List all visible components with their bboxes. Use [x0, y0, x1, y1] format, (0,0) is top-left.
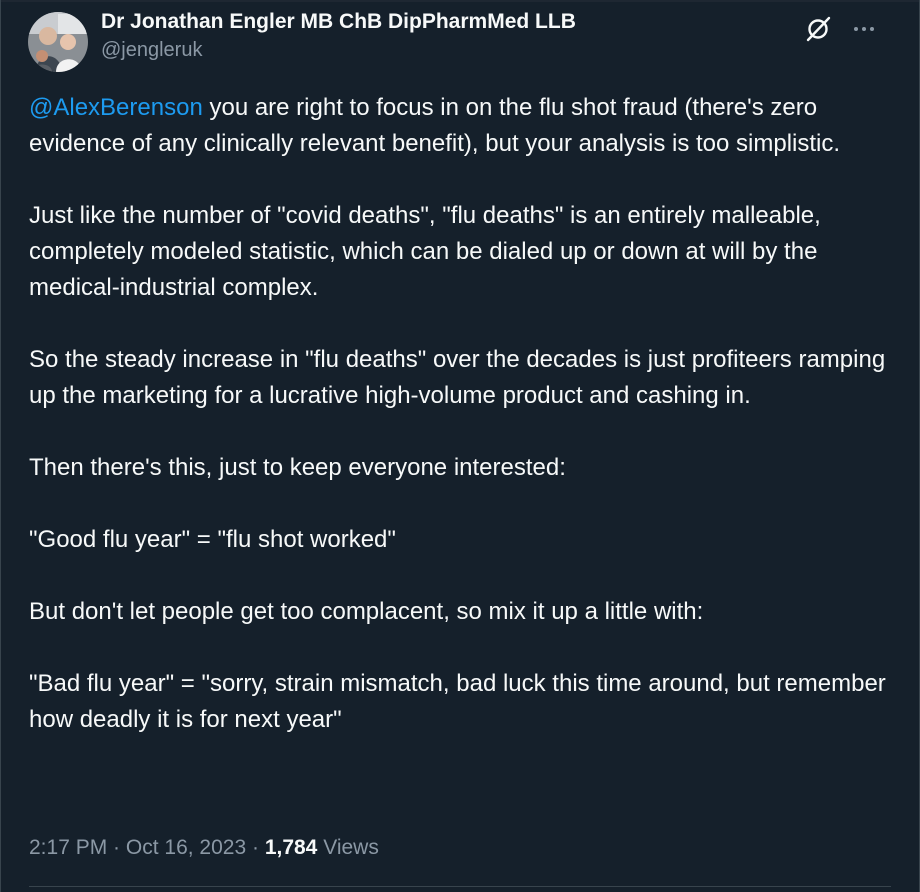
mention-link[interactable]: @AlexBerenson: [29, 94, 203, 121]
bottom-divider: [29, 886, 891, 887]
tweet-paragraph: Just like the number of "covid deaths", …: [29, 202, 821, 301]
tweet-meta: 2:17 PM · Oct 16, 2023 · 1,784 Views: [29, 833, 379, 863]
tweet-date[interactable]: Oct 16, 2023: [126, 836, 246, 859]
tweet-paragraph: But don't let people get too complacent,…: [29, 598, 704, 625]
tweet-paragraph: Then there's this, just to keep everyone…: [29, 454, 566, 481]
author-info: Dr Jonathan Engler MB ChB DipPharmMed LL…: [101, 8, 576, 64]
tweet-paragraph: "Bad flu year" = "sorry, strain mismatch…: [29, 670, 886, 733]
views-label: Views: [317, 836, 379, 859]
grok-icon[interactable]: [801, 12, 835, 46]
views-count: 1,784: [264, 836, 318, 859]
meta-separator: ·: [246, 836, 265, 859]
tweet-container: Dr Jonathan Engler MB ChB DipPharmMed LL…: [0, 0, 920, 892]
display-name[interactable]: Dr Jonathan Engler MB ChB DipPharmMed LL…: [101, 8, 576, 36]
tweet-paragraph: @AlexBerenson you are right to focus in …: [29, 90, 899, 162]
profile-photo-icon: [28, 12, 88, 72]
tweet-paragraph: "Good flu year" = "flu shot worked": [29, 526, 396, 553]
meta-separator: ·: [107, 836, 126, 859]
more-icon[interactable]: [847, 12, 881, 46]
tweet-text: @AlexBerenson you are right to focus in …: [29, 90, 899, 774]
handle[interactable]: @jengleruk: [101, 36, 576, 64]
tweet-paragraph: So the steady increase in "flu deaths" o…: [29, 346, 886, 409]
top-divider: [1, 0, 919, 2]
avatar[interactable]: [28, 12, 88, 72]
tweet-time[interactable]: 2:17 PM: [29, 836, 107, 859]
